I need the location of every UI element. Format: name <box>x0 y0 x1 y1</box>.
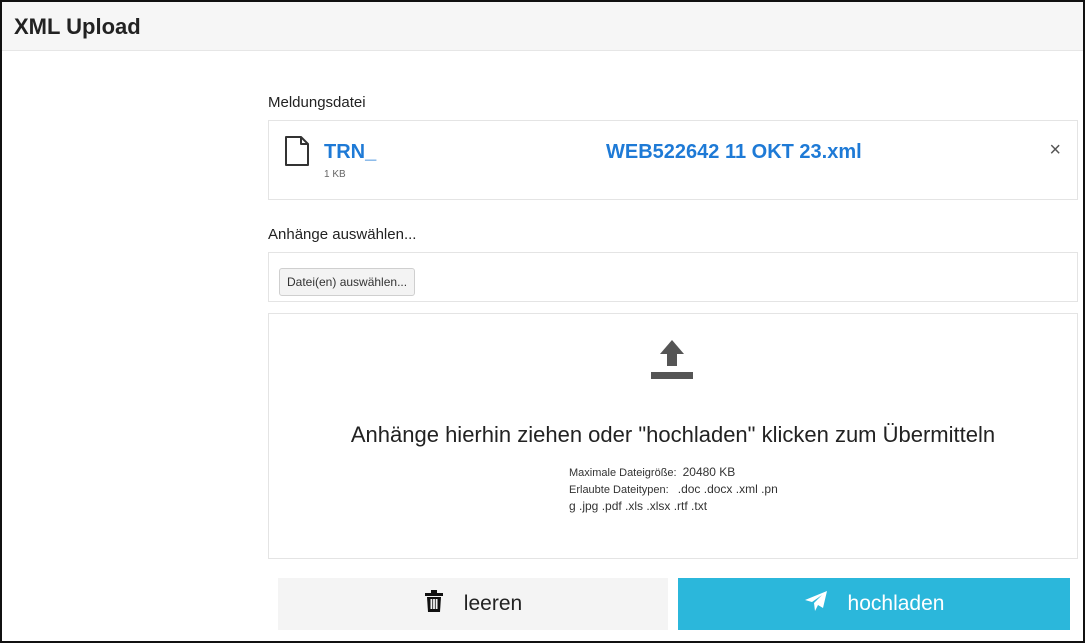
page-title: XML Upload <box>14 14 141 39</box>
upload-button[interactable]: hochladen <box>678 578 1070 630</box>
header-bar: XML Upload <box>2 2 1083 51</box>
allowed-types-label: Erlaubte Dateitypen: <box>569 484 669 496</box>
drop-instructions: Anhänge hierhin ziehen oder "hochladen" … <box>350 422 996 447</box>
file-size: 1 KB <box>324 169 346 180</box>
max-size-label: Maximale Dateigröße: <box>569 467 677 479</box>
drop-zone[interactable]: Anhänge hierhin ziehen oder "hochladen" … <box>268 313 1078 559</box>
file-icon <box>283 135 311 172</box>
attachments-label: Anhänge auswählen... <box>268 226 417 243</box>
file-name-prefix[interactable]: TRN_ <box>324 141 376 164</box>
upload-button-label: hochladen <box>847 592 945 615</box>
report-file-label: Meldungsdatei <box>268 94 366 111</box>
file-name[interactable]: WEB522642 11 OKT 23.xml <box>606 141 862 164</box>
trash-icon <box>424 590 464 618</box>
clear-button-label: leeren <box>463 592 523 615</box>
attachment-picker: Datei(en) auswählen... <box>268 252 1078 302</box>
select-files-button[interactable]: Datei(en) auswählen... <box>279 268 416 296</box>
report-file-card: TRN_ WEB522642 11 OKT 23.xml 1 KB × <box>268 120 1078 200</box>
xml-upload-window: XML Upload Meldungsdatei TRN_ WEB522642 … <box>0 0 1085 643</box>
max-size-value: 20480 KB <box>682 465 736 479</box>
upload-info: Maximale Dateigröße: 20480 KB Erlaubte Da… <box>569 464 799 515</box>
paper-plane-icon <box>804 590 848 618</box>
remove-file-button[interactable]: × <box>1049 139 1061 162</box>
clear-button[interactable]: leeren <box>278 578 668 630</box>
upload-icon <box>649 336 695 387</box>
